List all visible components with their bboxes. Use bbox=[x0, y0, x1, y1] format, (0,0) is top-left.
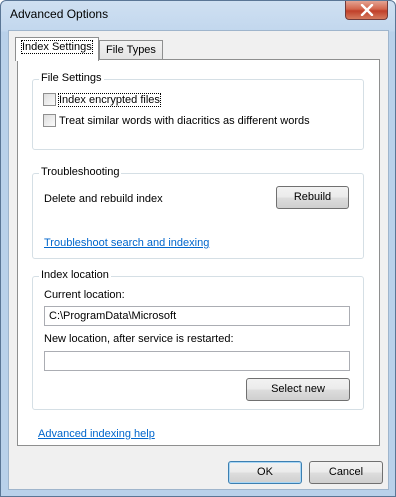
checkbox-label: Treat similar words with diacritics as d… bbox=[59, 114, 310, 127]
current-location-field[interactable]: C:\ProgramData\Microsoft bbox=[44, 306, 350, 326]
tab-label: File Types bbox=[106, 44, 156, 56]
rebuild-description: Delete and rebuild index bbox=[44, 193, 163, 205]
checkbox-label: Index encrypted files bbox=[58, 92, 161, 107]
group-title: Troubleshooting bbox=[39, 166, 122, 178]
index-encrypted-option[interactable]: Index encrypted files bbox=[43, 92, 161, 107]
index-settings-panel: File Settings Index encrypted files Trea… bbox=[17, 59, 380, 446]
group-title: Index location bbox=[39, 269, 111, 281]
select-new-button[interactable]: Select new bbox=[246, 378, 350, 401]
index-location-group: Index location Current location: C:\Prog… bbox=[32, 269, 364, 410]
advanced-options-dialog: Advanced Options Index Settings File Typ… bbox=[0, 0, 396, 497]
file-settings-group: File Settings Index encrypted files Trea… bbox=[32, 72, 364, 150]
diacritics-option[interactable]: Treat similar words with diacritics as d… bbox=[43, 114, 310, 127]
dialog-body: Index Settings File Types File Settings … bbox=[8, 30, 389, 490]
troubleshooting-group: Troubleshooting Delete and rebuild index… bbox=[32, 166, 364, 259]
new-location-label: New location, after service is restarted… bbox=[44, 333, 234, 345]
new-location-field[interactable] bbox=[44, 351, 350, 371]
window-title: Advanced Options bbox=[10, 7, 109, 21]
cancel-button[interactable]: Cancel bbox=[309, 461, 383, 484]
close-button[interactable] bbox=[345, 1, 388, 20]
ok-button[interactable]: OK bbox=[228, 461, 302, 484]
current-location-label: Current location: bbox=[44, 289, 125, 301]
title-bar[interactable]: Advanced Options bbox=[1, 1, 395, 29]
tab-index-settings[interactable]: Index Settings bbox=[15, 37, 99, 61]
troubleshoot-link[interactable]: Troubleshoot search and indexing bbox=[44, 237, 209, 249]
tab-file-types[interactable]: File Types bbox=[99, 40, 163, 61]
tab-label: Index Settings bbox=[21, 40, 93, 54]
index-encrypted-checkbox[interactable] bbox=[43, 93, 56, 106]
diacritics-checkbox[interactable] bbox=[43, 114, 56, 127]
advanced-indexing-help-link[interactable]: Advanced indexing help bbox=[38, 428, 155, 440]
close-icon bbox=[360, 4, 373, 16]
rebuild-button[interactable]: Rebuild bbox=[276, 186, 349, 209]
group-title: File Settings bbox=[39, 72, 104, 84]
